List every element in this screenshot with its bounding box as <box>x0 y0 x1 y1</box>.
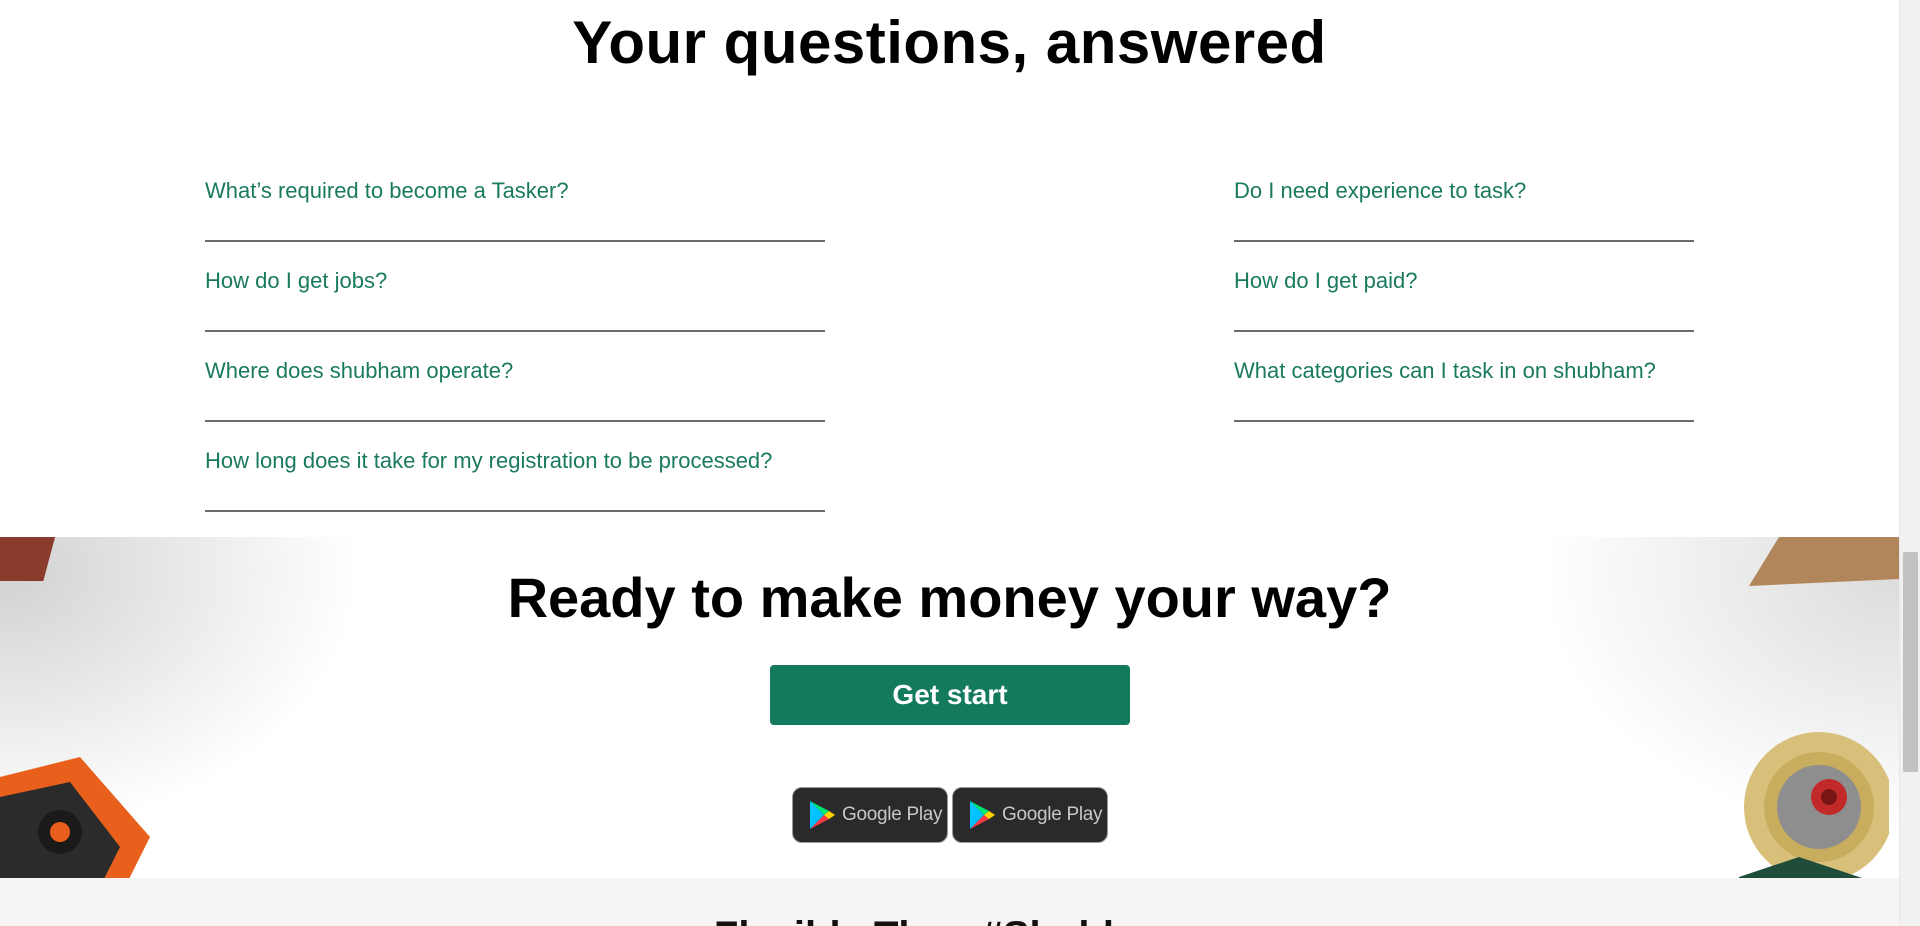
tape-dispenser-image <box>1739 732 1889 878</box>
cta-title: Ready to make money your way? <box>507 566 1392 629</box>
cta-section: Ready to make money your way? Get start … <box>0 537 1899 878</box>
faq-title: Your questions, answered <box>572 9 1327 76</box>
faq-section: Your questions, answered What’s required… <box>0 0 1899 537</box>
google-play-badge[interactable]: Google Play <box>952 787 1108 843</box>
drill-image <box>0 757 150 878</box>
google-play-icon <box>810 801 835 829</box>
footer-heading: Flexibly Then #Shubham <box>0 914 1899 926</box>
faq-question[interactable]: How do I get paid? <box>1234 268 1417 293</box>
store-badge-label: Google Play <box>842 804 943 825</box>
faq-item[interactable]: How do I get paid? <box>1234 242 1694 332</box>
faq-column-right: Do I need experience to task? How do I g… <box>1234 152 1694 422</box>
faq-item[interactable]: How long does it take for my registratio… <box>205 422 825 512</box>
faq-column-left: What’s required to become a Tasker? How … <box>205 152 825 512</box>
faq-item[interactable]: What’s required to become a Tasker? <box>205 152 825 242</box>
vertical-scrollbar[interactable] <box>1899 0 1920 926</box>
faq-question[interactable]: What categories can I task in on shubham… <box>1234 358 1656 383</box>
faq-question[interactable]: Do I need experience to task? <box>1234 178 1526 203</box>
faq-question[interactable]: How long does it take for my registratio… <box>205 448 772 473</box>
faq-item[interactable]: Where does shubham operate? <box>205 332 825 422</box>
faq-question[interactable]: What’s required to become a Tasker? <box>205 178 569 203</box>
google-play-badge[interactable]: Google Play <box>792 787 948 843</box>
faq-question[interactable]: Where does shubham operate? <box>205 358 513 383</box>
faq-item[interactable]: Do I need experience to task? <box>1234 152 1694 242</box>
footer-section: Flexibly Then #Shubham <box>0 878 1899 926</box>
faq-item[interactable]: What categories can I task in on shubham… <box>1234 332 1694 422</box>
faq-item[interactable]: How do I get jobs? <box>205 242 825 332</box>
faq-question[interactable]: How do I get jobs? <box>205 268 387 293</box>
get-start-button[interactable]: Get start <box>770 665 1130 725</box>
google-play-icon <box>970 801 995 829</box>
store-badge-label: Google Play <box>1002 804 1103 825</box>
scrollbar-thumb[interactable] <box>1903 552 1918 772</box>
